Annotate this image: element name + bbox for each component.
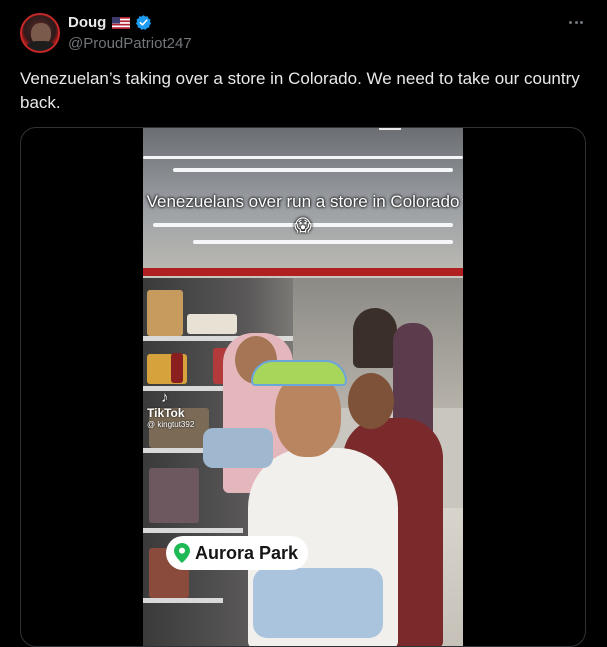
us-flag-icon [112,16,131,29]
product-box [147,290,183,336]
more-options-button[interactable] [565,12,587,32]
shopper-visor [251,360,347,386]
avatar[interactable] [20,13,60,53]
tweet: Doug @ProudPatriot247 Venezuelan’s takin… [0,0,607,647]
chip-bags-armful [253,568,383,638]
product-bag [187,314,237,334]
location-pin-icon [174,543,190,563]
chip-bags-armful [203,428,273,468]
video-overlay-title: Venezuelans over run a store in Colorado… [146,192,460,235]
video-player[interactable]: Venezuelans over run a store in Colorado… [143,128,463,646]
tiktok-logo-icon: ♪ [161,389,169,406]
avatar-shirt [26,41,56,51]
video-media[interactable]: Venezuelans over run a store in Colorado… [20,127,586,647]
ceiling-light [143,156,463,159]
product-bag [149,468,199,523]
more-horizontal-icon [569,20,573,24]
ceiling-light [193,240,453,244]
video-top-marker [379,128,401,130]
store-signage [143,268,463,276]
author-name-row: Doug [68,14,152,31]
tiktok-username: @ kingtut392 [147,420,195,429]
tiktok-brand: TikTok [147,406,185,420]
shelf-edge [143,598,223,603]
shopper-background [353,308,397,368]
tweet-text: Venezuelan’s taking over a store in Colo… [20,69,580,112]
shelf-edge [143,528,243,533]
verified-badge-icon[interactable] [135,14,152,31]
product-bottle [171,353,183,383]
author-handle[interactable]: @ProudPatriot247 [68,35,192,52]
author-display-name[interactable]: Doug [68,14,106,31]
location-label: Aurora Park [195,542,299,563]
ceiling-light [173,168,453,172]
location-sticker: Aurora Park [166,536,309,570]
tiktok-watermark: ♪ TikTok @ kingtut392 [147,390,194,430]
shopper-head [348,373,394,429]
